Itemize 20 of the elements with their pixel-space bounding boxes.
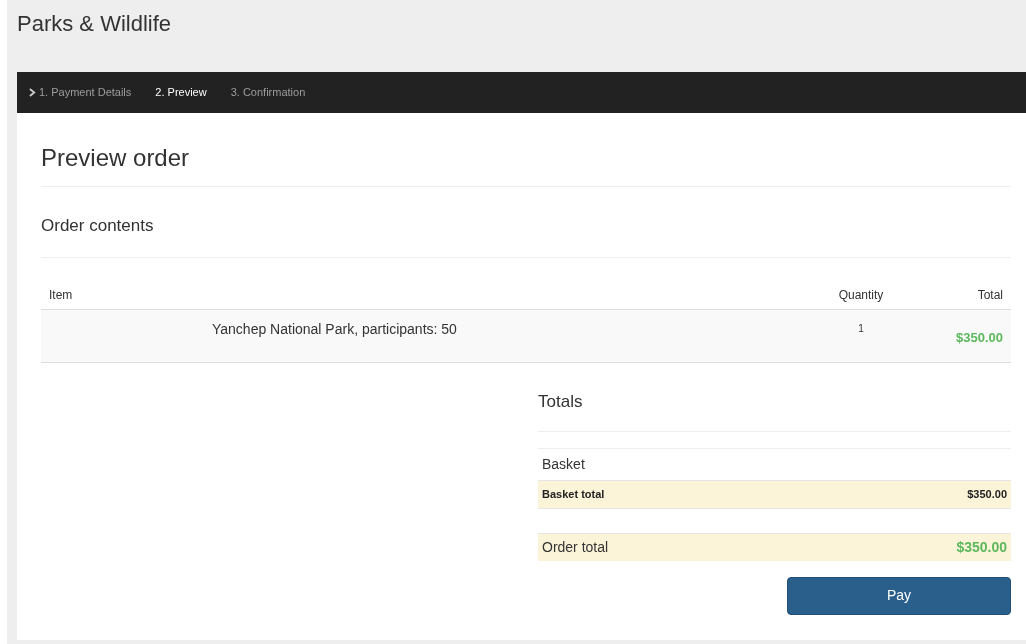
order-total-label: Order total	[542, 537, 609, 557]
basket-heading: Basket	[541, 455, 586, 474]
column-header: Quantity	[838, 288, 884, 302]
order-total-value: $350.00	[956, 537, 1007, 557]
section-title: Order contents	[41, 187, 1011, 258]
step-tab[interactable]: 1. Payment Details	[39, 84, 132, 101]
basket-total-value: $350.00	[967, 487, 1007, 502]
chevron-right-icon	[29, 88, 36, 97]
item-cell: Yanchep National Park, participants: 50	[212, 320, 457, 337]
basket-total-label: Basket total	[542, 487, 605, 502]
page-title: Preview order	[41, 140, 1011, 187]
column-header: Item	[49, 288, 73, 302]
pay-button[interactable]: Pay	[787, 576, 1011, 615]
step-tab[interactable]: 2. Preview	[155, 84, 207, 101]
quantity-cell: 1	[858, 322, 864, 334]
step-tab[interactable]: 3. Confirmation	[230, 84, 306, 101]
column-header: Total	[977, 288, 1003, 302]
total-cell: $350.00	[956, 329, 1003, 345]
site-title: Parks & Wildlife	[17, 10, 173, 38]
totals-title: Totals	[538, 388, 1011, 432]
